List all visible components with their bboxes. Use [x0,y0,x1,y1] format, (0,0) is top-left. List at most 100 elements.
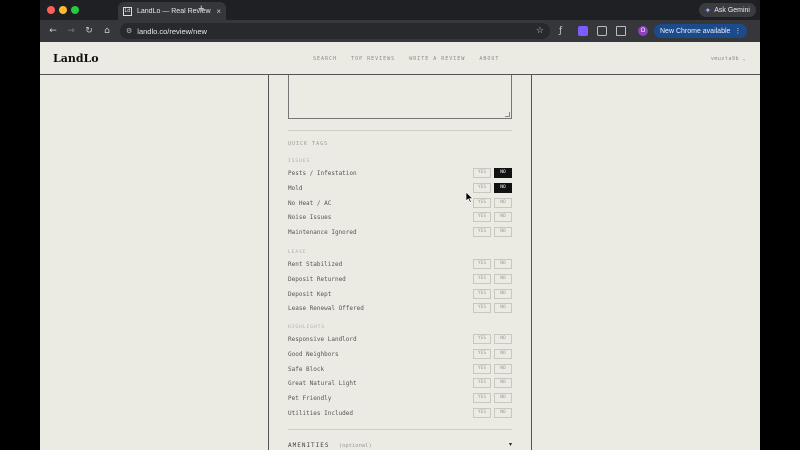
yes-no-toggle: YES NO [473,182,512,193]
tag-label: Deposit Kept [288,290,332,298]
no-button[interactable]: NO [494,348,512,359]
yes-button[interactable]: YES [473,273,491,284]
no-button[interactable]: NO [494,273,512,284]
profile-avatar[interactable]: O [638,26,648,36]
no-button[interactable]: NO [494,259,512,269]
yes-no-toggle: YES NO [473,288,512,299]
home-icon[interactable]: ⌂ [98,26,116,36]
nav-link-search[interactable]: SEARCH [313,56,337,62]
amenities-section-toggle[interactable]: AMENITIES (optional) ▾ [288,440,512,450]
column-divider-right [531,75,532,450]
yes-button[interactable]: YES [473,212,491,223]
ask-gemini-label: Ask Gemini [714,6,750,14]
no-button[interactable]: NO [494,408,512,418]
gemini-sparkle-icon: ✦ [704,5,712,15]
yes-button[interactable]: YES [473,288,491,299]
tag-row: Good Neighbors YES NO [288,348,512,360]
yes-no-toggle: YES NO [473,348,512,359]
no-button[interactable]: NO [494,212,512,223]
forward-arrow-icon[interactable]: → [62,26,80,36]
extensions-puzzle-icon[interactable] [597,26,607,36]
back-arrow-icon[interactable]: ← [44,26,62,36]
yes-button[interactable]: YES [473,348,491,359]
yes-no-toggle: YES NO [473,273,512,284]
page: LandLo SEARCH TOP REVIEWS WRITE A REVIEW… [40,42,760,450]
no-button[interactable]: NO [494,334,512,344]
user-menu[interactable]: vmuzta9b ⌄ [711,56,746,62]
address-bar[interactable]: ⚙ landlo.co/review/new ☆ [120,23,550,39]
no-button[interactable]: NO [494,227,512,238]
tab-search-icon[interactable] [616,26,626,36]
yes-no-toggle: YES NO [473,168,512,178]
chrome-update-label: New Chrome available [660,27,731,35]
site-logo[interactable]: LandLo [53,52,99,65]
group-label-highlights: HIGHLIGHTS [288,325,326,330]
bookmark-star-icon[interactable]: ☆ [536,26,544,36]
yes-no-toggle: YES NO [473,303,512,314]
no-button[interactable]: NO [494,303,512,314]
yes-no-toggle: YES NO [473,259,512,269]
yes-button[interactable]: YES [473,182,491,193]
nav-link-about[interactable]: ABOUT [479,56,499,62]
maximize-window-button[interactable] [71,6,79,14]
no-button[interactable]: NO [494,168,512,178]
yes-button[interactable]: YES [473,363,491,374]
yes-button[interactable]: YES [473,393,491,404]
close-tab-icon[interactable]: × [216,7,221,16]
no-button[interactable]: NO [494,182,512,193]
nav-link-top-reviews[interactable]: TOP REVIEWS [351,56,395,62]
expand-caret-icon[interactable]: ▾ [509,441,512,448]
tag-row: Great Natural Light YES NO [288,378,512,389]
yes-no-toggle: YES NO [473,363,512,374]
no-button[interactable]: NO [494,288,512,299]
yes-button[interactable]: YES [473,259,491,269]
nav-link-write-review[interactable]: WRITE A REVIEW [409,56,465,62]
yes-button[interactable]: YES [473,334,491,344]
site-header: LandLo SEARCH TOP REVIEWS WRITE A REVIEW… [40,42,760,75]
amenities-label: AMENITIES (optional) [288,442,372,449]
no-button[interactable]: NO [494,378,512,389]
tag-label: Good Neighbors [288,350,339,358]
url-text[interactable]: landlo.co/review/new [137,27,531,36]
browser-tab[interactable]: Ld LandLo — Real Reviews from × [118,2,226,20]
tag-label: Mold [288,184,303,192]
resize-handle-icon[interactable] [505,112,510,117]
yes-button[interactable]: YES [473,378,491,389]
yes-button[interactable]: YES [473,227,491,238]
no-button[interactable]: NO [494,363,512,374]
review-textarea[interactable] [288,75,512,119]
group-label-issues: ISSUES [288,159,311,164]
tag-row: Safe Block YES NO [288,363,512,375]
yes-no-toggle: YES NO [473,393,512,404]
yes-button[interactable]: YES [473,408,491,418]
extension-purple-icon[interactable] [578,26,588,36]
yes-button[interactable]: YES [473,303,491,314]
close-window-button[interactable] [47,6,55,14]
amenities-optional-note: (optional) [338,443,372,449]
tag-row: Mold YES NO [288,182,512,194]
reload-icon[interactable]: ↻ [80,26,98,36]
tag-row: Deposit Returned YES NO [288,273,512,285]
tag-label: Utilities Included [288,410,354,417]
tab-bar: Ld LandLo — Real Reviews from × + ✦ Ask … [40,0,760,20]
chrome-update-button[interactable]: New Chrome available ⋮ [654,24,748,38]
site-nav: SEARCH TOP REVIEWS WRITE A REVIEW ABOUT [313,56,499,62]
yes-button[interactable]: YES [473,168,491,178]
yes-button[interactable]: YES [473,197,491,208]
yes-no-toggle: YES NO [473,408,512,418]
no-button[interactable]: NO [494,197,512,208]
no-button[interactable]: NO [494,393,512,404]
tag-label: Pet Friendly [288,395,332,403]
tag-label: Safe Block [288,365,325,373]
tag-label: Great Natural Light [288,380,357,388]
yes-no-toggle: YES NO [473,378,512,389]
extension-script-icon[interactable]: ƒ [559,26,569,36]
tag-label: Deposit Returned [288,275,346,283]
group-label-lease: LEASE [288,250,307,255]
site-info-icon[interactable]: ⚙ [126,27,132,35]
minimize-window-button[interactable] [59,6,67,14]
ask-gemini-button[interactable]: ✦ Ask Gemini [698,3,756,17]
tag-label: Lease Renewal Offered [288,305,364,313]
new-tab-button[interactable]: + [198,3,204,15]
tag-label: Responsive Landlord [288,336,357,343]
